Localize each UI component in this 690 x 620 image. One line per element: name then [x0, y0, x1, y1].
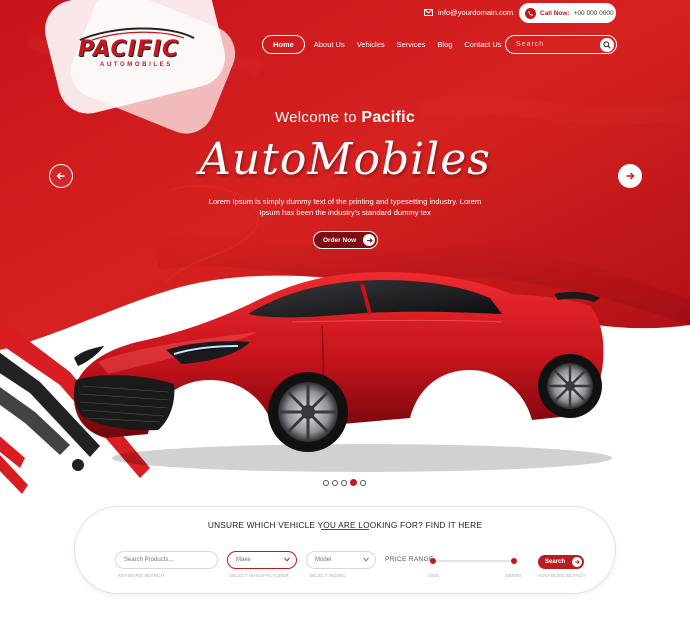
finder-search-label: Search [545, 559, 566, 565]
order-now-button[interactable]: Order Now [313, 231, 378, 249]
arrow-right-icon [572, 557, 582, 567]
slider-dots [323, 479, 366, 486]
order-now-label: Order Now [323, 236, 357, 244]
brand-name: PACIFIC [78, 37, 180, 62]
nav-item-blog[interactable]: Blog [431, 35, 458, 54]
model-select[interactable]: Model [306, 551, 376, 569]
price-max-handle[interactable] [511, 558, 517, 564]
slider-dot-5[interactable] [360, 479, 366, 486]
brand-logo[interactable]: PACIFIC AUTOMOBILES [72, 24, 202, 74]
welcome-prefix: Welcome to [274, 109, 357, 126]
finder-search-button[interactable]: Search [538, 555, 584, 569]
search-input[interactable] [516, 41, 596, 48]
hero-title: AutoMobiles [199, 134, 491, 185]
front-wheel [268, 372, 348, 452]
brand-tagline: AUTOMOBILES [100, 62, 173, 68]
header-search [505, 35, 617, 54]
nav-item-about-us[interactable]: About Us [308, 35, 351, 54]
call-phone: +00 000 0000 [573, 9, 614, 17]
hero-description: Lorem Ipsum is simply dummy text of the … [208, 197, 482, 217]
price-max-value: 100000 [505, 573, 522, 578]
hero-car-image [73, 272, 612, 472]
arrow-left-icon [56, 172, 65, 180]
call-label: Call Now: [540, 9, 570, 17]
welcome-brand: Pacific [361, 109, 416, 126]
hero-section: PACIFIC AUTOMOBILES info@yourdomain.com … [0, 0, 690, 620]
chevron-down-icon [363, 557, 369, 562]
make-select-caption: SELECT MANUFACTURER [229, 573, 289, 578]
envelope-icon [424, 9, 433, 16]
nav-item-contact-us[interactable]: Contact Us [458, 35, 507, 54]
price-range-label: PRICE RANGE [385, 556, 434, 563]
slider-dot-3[interactable] [341, 479, 347, 486]
price-range-slider[interactable] [430, 558, 517, 564]
nav-item-vehicles[interactable]: Vehicles [351, 35, 391, 54]
arrow-right-icon [626, 172, 635, 180]
top-email[interactable]: info@yourdomain.com [424, 8, 513, 17]
price-min-handle[interactable] [430, 558, 436, 564]
advanced-search-caption[interactable]: ADVANCED SEARCH [538, 573, 586, 578]
slider-dot-2[interactable] [332, 479, 338, 486]
nav-item-home[interactable]: Home [262, 35, 305, 54]
make-select[interactable]: Make [227, 551, 297, 569]
keyword-search-input[interactable]: Search Products... [115, 551, 218, 569]
vehicle-finder: UNSURE WHICH VEHICLE YOU ARE LOOKING FOR… [74, 506, 616, 594]
hero-welcome: Welcome to Pacific [0, 109, 690, 127]
price-min-value: 2000 [428, 573, 439, 578]
model-select-value: Model [315, 557, 332, 563]
main-nav: Home About Us Vehicles Services Blog Con… [262, 35, 508, 54]
phone-icon [525, 7, 536, 19]
keyword-search-placeholder: Search Products... [124, 557, 174, 563]
email-text: info@yourdomain.com [438, 8, 514, 17]
call-now-pill[interactable]: Call Now: +00 000 0000 [519, 3, 616, 23]
search-icon [603, 41, 611, 49]
model-select-caption: SELECT MODEL [309, 573, 347, 578]
search-button[interactable] [600, 38, 614, 52]
arrow-right-icon [363, 234, 375, 246]
rear-wheel [538, 354, 602, 418]
slider-dot-4[interactable] [350, 479, 357, 486]
slider-prev-button[interactable] [49, 164, 73, 188]
slider-dot-1[interactable] [323, 479, 329, 486]
slider-next-button[interactable] [618, 164, 642, 188]
finder-title-rule [321, 529, 369, 530]
nav-item-services[interactable]: Services [391, 35, 432, 54]
chevron-down-icon [284, 557, 290, 562]
make-select-value: Make [236, 557, 251, 563]
keyword-search-caption: KEYWORD SEARCH [118, 573, 165, 578]
